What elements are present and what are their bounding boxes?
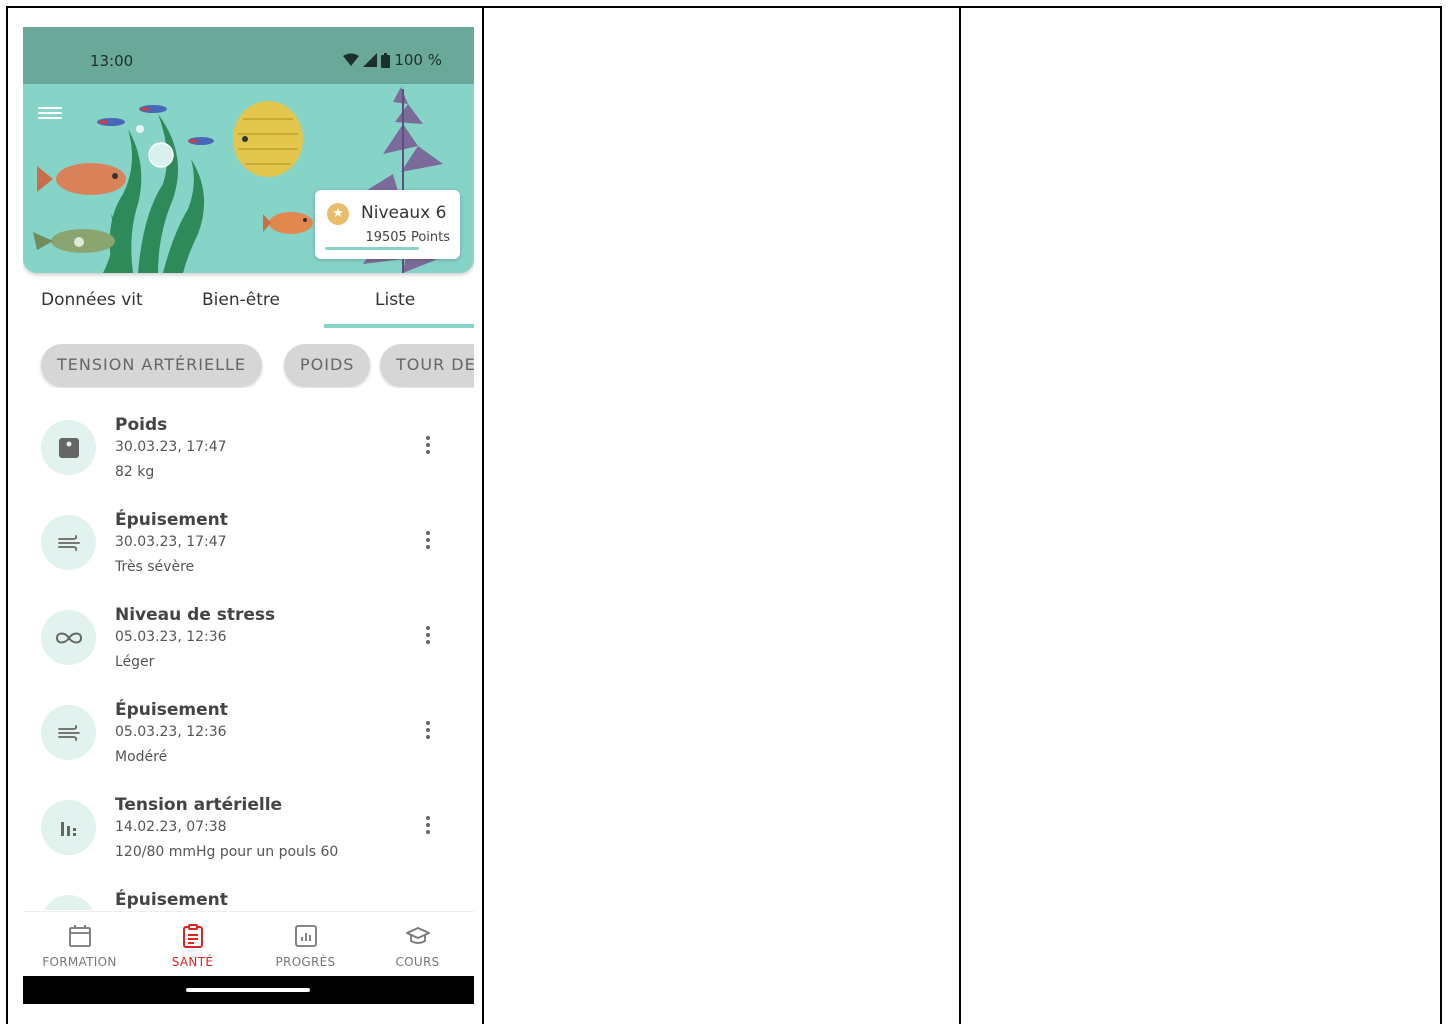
wifi-icon: [343, 53, 360, 66]
item-value: Très sévère: [115, 559, 195, 575]
level-title: Niveaux 6: [361, 203, 447, 223]
scale-icon: [41, 420, 96, 475]
list-item[interactable]: Épuisement 30.03.23, 17:47 Très sévère: [23, 502, 474, 597]
more-options-icon[interactable]: [419, 528, 437, 556]
nav-cours[interactable]: COURS: [361, 912, 474, 977]
tab-bien-etre[interactable]: Bien-être: [202, 290, 280, 310]
wind-icon: [41, 895, 96, 910]
bottom-navigation: FORMATION SANTÉ PROGRÈS COURS: [23, 911, 474, 976]
item-date: 05.03.23, 12:36: [115, 724, 227, 740]
tab-donnees-vitales[interactable]: Données vit: [41, 290, 157, 310]
item-title: Épuisement: [115, 890, 228, 910]
menu-button[interactable]: [38, 104, 62, 124]
nav-sante[interactable]: SANTÉ: [136, 912, 249, 977]
graduation-cap-icon: [405, 927, 430, 944]
more-options-icon[interactable]: [419, 623, 437, 651]
item-title: Épuisement: [115, 510, 228, 530]
more-options-icon[interactable]: [419, 718, 437, 746]
system-gesture-bar: [23, 976, 474, 1004]
panel-divider: [482, 6, 484, 1024]
nav-formation[interactable]: FORMATION: [23, 912, 136, 977]
measurement-list: Poids 30.03.23, 17:47 82 kg Épuisement 3…: [23, 407, 474, 910]
list-item[interactable]: Tension artérielle 14.02.23, 07:38 120/8…: [23, 787, 474, 882]
points-count: 19505 Points: [365, 230, 450, 245]
panel-divider: [959, 6, 961, 1024]
item-date: 14.02.23, 07:38: [115, 819, 227, 835]
list-item[interactable]: Épuisement 05.03.23, 12:36 Modéré: [23, 692, 474, 787]
status-time: 13:00: [90, 52, 134, 70]
tab-liste[interactable]: Liste: [375, 290, 415, 310]
battery-level: 100 %: [394, 51, 442, 69]
phone-screen: 13:00 100 % ★ Niveaux 6 19505 Points Don…: [23, 27, 474, 1004]
list-item[interactable]: Poids 30.03.23, 17:47 82 kg: [23, 407, 474, 502]
home-indicator[interactable]: [186, 988, 310, 992]
list-item[interactable]: Niveau de stress 05.03.23, 12:36 Léger: [23, 597, 474, 692]
wind-icon: [41, 705, 96, 760]
clipboard-icon: [182, 924, 203, 948]
nav-label: PROGRÈS: [275, 955, 336, 969]
calendar-icon: [68, 925, 91, 947]
signal-icon: [363, 53, 378, 67]
item-value: 82 kg: [115, 464, 155, 480]
filter-chip-poids[interactable]: POIDS: [284, 344, 371, 386]
infinity-icon: [41, 610, 96, 665]
item-date: 05.03.23, 12:36: [115, 629, 227, 645]
item-value: 120/80 mmHg pour un pouls 60: [115, 844, 339, 860]
star-icon: ★: [327, 203, 349, 225]
list-item[interactable]: Épuisement: [23, 882, 474, 910]
battery-icon: [381, 52, 391, 68]
filter-chip-tension[interactable]: TENSION ARTÉRIELLE: [41, 344, 263, 386]
item-title: Tension artérielle: [115, 795, 283, 815]
level-progress-bar: [325, 247, 419, 250]
item-title: Épuisement: [115, 700, 228, 720]
item-value: Léger: [115, 654, 155, 670]
more-options-icon[interactable]: [419, 813, 437, 841]
filter-chips: TENSION ARTÉRIELLE POIDS TOUR DE: [23, 344, 474, 388]
item-date: 30.03.23, 17:47: [115, 439, 227, 455]
nav-label: SANTÉ: [171, 955, 214, 969]
wind-icon: [41, 515, 96, 570]
level-card[interactable]: ★ Niveaux 6 19505 Points: [315, 190, 460, 259]
aquarium-banner: ★ Niveaux 6 19505 Points: [23, 84, 474, 273]
chart-icon: [294, 925, 317, 947]
bars-icon: [41, 800, 96, 855]
tab-bar: Données vit Bien-être Liste: [23, 282, 474, 328]
nav-label: FORMATION: [42, 955, 117, 969]
nav-progres[interactable]: PROGRÈS: [249, 912, 362, 977]
item-date: 30.03.23, 17:47: [115, 534, 227, 550]
status-bar: 13:00 100 %: [23, 27, 474, 84]
item-title: Poids: [115, 415, 168, 435]
filter-chip-tour[interactable]: TOUR DE: [380, 344, 474, 386]
item-title: Niveau de stress: [115, 605, 276, 625]
item-value: Modéré: [115, 749, 168, 765]
active-tab-indicator: [324, 324, 474, 328]
more-options-icon[interactable]: [419, 433, 437, 461]
status-icons: 100 %: [343, 51, 442, 69]
nav-label: COURS: [395, 955, 440, 969]
